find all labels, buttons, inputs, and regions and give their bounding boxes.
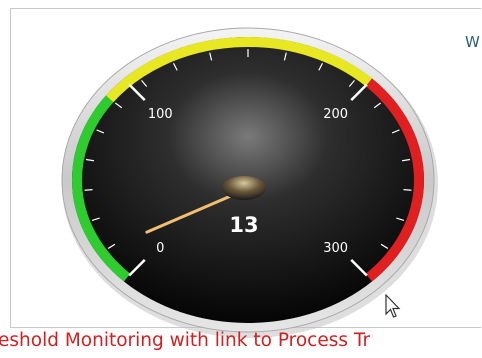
mouse-pointer-icon <box>385 294 401 318</box>
gauge-minor-tick <box>403 189 412 191</box>
gauge-tick-label: 300 <box>323 241 348 256</box>
gauge-hub <box>222 176 266 200</box>
gauge[interactable]: 0 100 200 300 13 <box>0 0 482 358</box>
gauge-value-label: 13 <box>229 213 258 237</box>
gauge-caption[interactable]: eshold Monitoring with link to Process T… <box>0 330 370 351</box>
gauge-tick-label: 200 <box>323 107 348 122</box>
gauge-tick-label: 100 <box>148 107 173 122</box>
gauge-minor-tick <box>84 189 93 191</box>
gauge-tick-label: 0 <box>156 241 164 256</box>
